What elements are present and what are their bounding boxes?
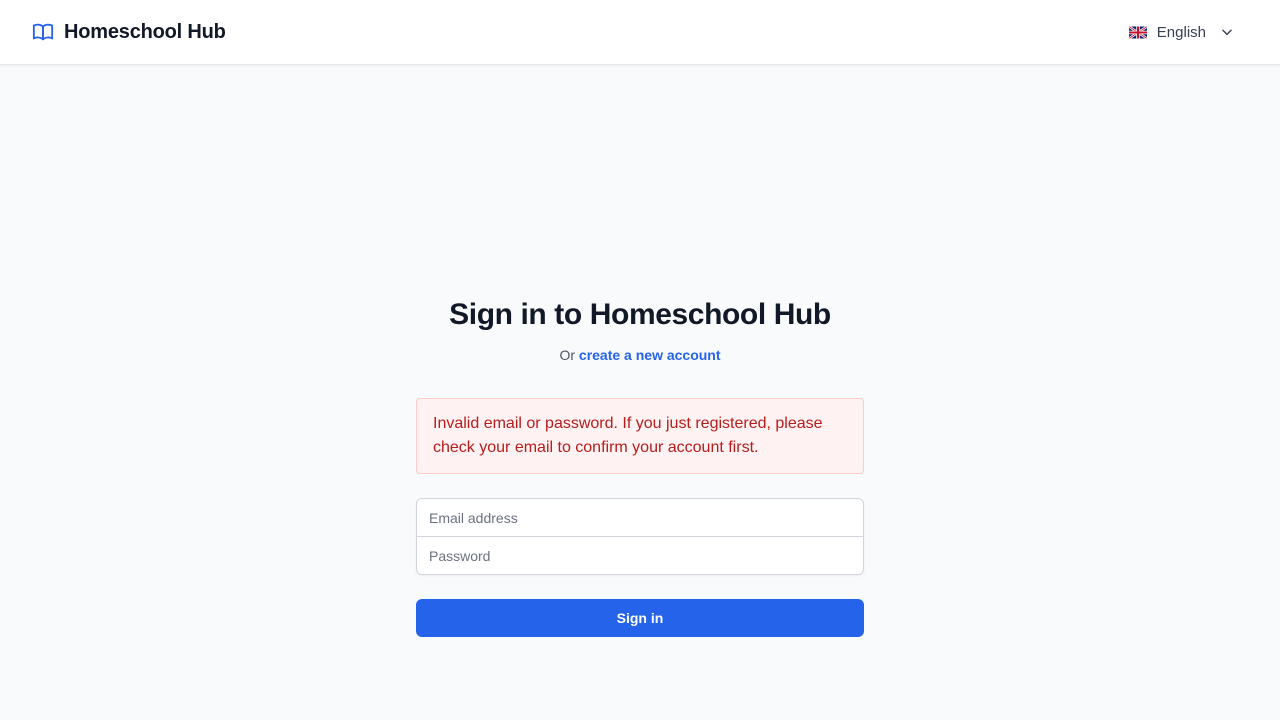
chevron-down-icon <box>1220 25 1234 39</box>
main-content: Sign in to Homeschool Hub Or create a ne… <box>0 65 1280 720</box>
create-account-link[interactable]: create a new account <box>579 347 721 363</box>
error-alert: Invalid email or password. If you just r… <box>416 398 864 474</box>
page-title: Sign in to Homeschool Hub <box>449 298 831 331</box>
brand-name: Homeschool Hub <box>64 20 226 43</box>
brand-link[interactable]: Homeschool Hub <box>32 21 226 44</box>
credentials-field-group <box>416 498 864 575</box>
email-field[interactable] <box>417 499 863 536</box>
language-selector[interactable]: English <box>1128 23 1234 41</box>
top-navbar: Homeschool Hub English <box>0 0 1280 65</box>
uk-flag-icon <box>1128 25 1147 39</box>
subtitle-prefix: Or <box>559 347 576 363</box>
book-open-icon <box>32 21 54 43</box>
page-subtitle: Or create a new account <box>416 345 864 365</box>
sign-in-button[interactable]: Sign in <box>416 599 864 637</box>
password-field[interactable] <box>417 537 863 574</box>
login-panel: Sign in to Homeschool Hub Or create a ne… <box>416 295 864 637</box>
language-label: English <box>1156 23 1206 41</box>
